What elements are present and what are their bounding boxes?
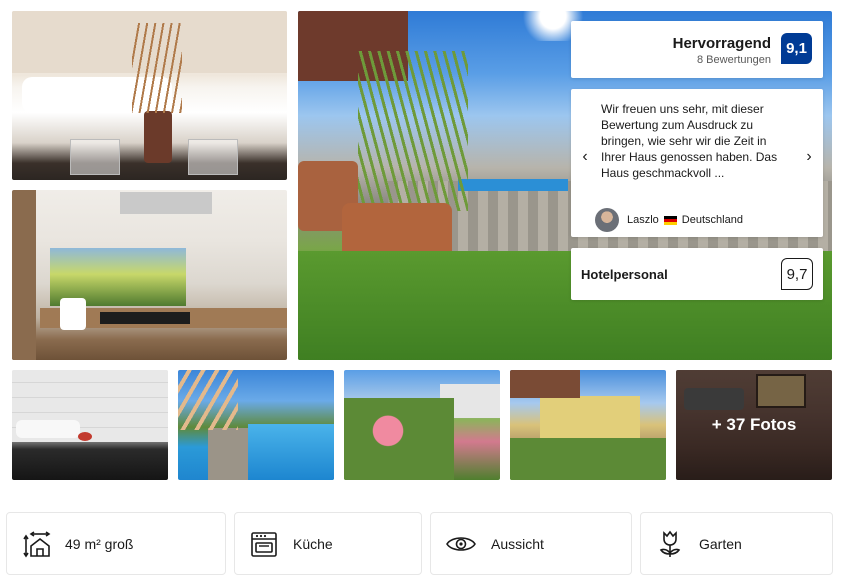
photo-kitchen[interactable] [12,190,287,360]
house-roof [510,370,580,398]
kitchen-hood [120,192,212,214]
staff-rating-label: Hotelpersonal [581,267,668,282]
photo-flowers[interactable] [344,370,500,480]
review-score-card[interactable]: Hervorragend 8 Bewertungen 9,1 [571,21,823,78]
flowers-bush [344,398,454,480]
house-wall [540,396,640,438]
bath-towel [16,420,80,438]
house-lawn [510,438,666,480]
facility-view[interactable]: Aussicht [430,512,632,575]
facility-view-label: Aussicht [491,535,544,552]
chevron-left-icon[interactable]: ‹ [577,147,593,167]
garden-pool-strip [458,179,568,191]
avatar [595,208,619,232]
staff-rating-card[interactable]: Hotelpersonal 9,7 [571,248,823,300]
photo-house[interactable] [510,370,666,480]
size-icon [23,530,51,557]
facility-size-label: 49 m² groß [65,535,134,552]
tulip-icon [659,530,681,557]
oven-icon [251,531,277,557]
garden-plant [358,51,468,211]
chevron-right-icon[interactable]: › [801,147,817,167]
kitchen-cooktop [100,312,190,324]
germany-flag-icon [663,215,677,225]
photo-bedroom[interactable] [12,11,287,180]
pool-flower [178,370,238,430]
more-photos-label: + 37 Fotos [711,415,797,434]
review-count: 8 Bewertungen [697,54,771,66]
bedroom-vase [144,111,172,163]
reviewer-name: Laszlo [627,214,659,226]
facility-kitchen-label: Küche [293,535,333,552]
facility-size[interactable]: 49 m² groß [6,512,226,575]
review-text: Wir freuen uns sehr, mit dieser Bewertun… [601,102,778,180]
bedroom-glass-1 [70,139,120,175]
photo-pool[interactable] [178,370,334,480]
pool-path [208,428,248,480]
review-score-badge: 9,1 [781,33,812,64]
eye-icon [446,536,476,551]
kitchen-cabinet-left [12,190,36,360]
facility-kitchen[interactable]: Küche [234,512,422,575]
photo-bathroom[interactable] [12,370,168,480]
staff-rating-score: 9,7 [781,258,813,290]
facility-garden-label: Garten [699,535,742,552]
more-photos-overlay[interactable]: + 37 Fotos [676,370,832,480]
reviewer-country: Deutschland [681,214,743,226]
review-score-label: Hervorragend [672,35,771,52]
kitchen-kettle [60,298,86,330]
bedroom-sticks [132,23,182,113]
bedroom-glass-2 [188,139,238,175]
bath-bowl [78,432,92,441]
review-card: ‹ Wir freuen uns sehr, mit dieser Bewert… [571,89,823,237]
photo-more[interactable]: + 37 Fotos [676,370,832,480]
pool-water [248,424,334,480]
reviewer: Laszlo Deutschland [595,208,743,232]
facility-garden[interactable]: Garten [640,512,833,575]
